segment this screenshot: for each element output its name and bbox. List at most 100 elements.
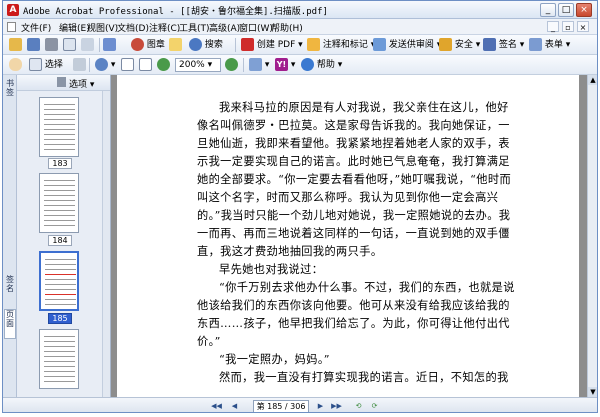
attach-icon xyxy=(81,38,94,51)
commenting-button[interactable] xyxy=(169,38,182,52)
previous-view-button[interactable]: ⟲ xyxy=(353,401,364,412)
minimize-button[interactable]: _ xyxy=(540,3,556,17)
menu-window[interactable]: 窗口(W) xyxy=(239,21,273,34)
yahoo-icon: Y! xyxy=(275,58,288,71)
fit-page-icon xyxy=(121,58,134,71)
hand-icon xyxy=(9,58,22,71)
zoom-tool-button[interactable]: ▾ xyxy=(95,58,115,72)
zoom-in-button[interactable] xyxy=(225,58,238,72)
next-view-button[interactable]: ⟳ xyxy=(369,401,380,412)
select-tool-button[interactable]: 选择 xyxy=(29,58,63,72)
fit-page-button[interactable] xyxy=(121,58,134,72)
tab-bookmarks[interactable]: 书签 xyxy=(4,79,16,109)
search-label: 搜索 xyxy=(204,40,223,50)
page-number-field[interactable]: 第 185 / 306 页 xyxy=(253,400,309,412)
window-title: Adobe Acrobat Professional - [[胡安・鲁尔福全集]… xyxy=(23,7,328,17)
document-scrollbar[interactable]: ▲ ▼ xyxy=(587,75,597,397)
options-menu[interactable]: 选项 ▾ xyxy=(69,77,94,90)
save-icon xyxy=(27,38,40,51)
email-button[interactable] xyxy=(63,38,76,52)
rotate-button[interactable]: ▾ xyxy=(249,58,269,72)
create-pdf-button[interactable]: 创建 PDF ▾ xyxy=(241,38,303,52)
snapshot-button[interactable] xyxy=(73,58,86,72)
signature-icon xyxy=(483,38,496,51)
doc-close-button[interactable]: × xyxy=(577,21,589,32)
form-button[interactable]: 表单 ▾ xyxy=(529,38,570,52)
signature-label: 签名 xyxy=(498,40,517,50)
create-pdf-label: 创建 PDF xyxy=(256,40,296,50)
maximize-button[interactable]: □ xyxy=(558,3,574,17)
security-label: 安全 xyxy=(454,40,473,50)
help-icon xyxy=(301,58,314,71)
document-menu-icon[interactable] xyxy=(7,22,16,32)
comment-markup-label: 注释和标记 xyxy=(322,40,368,50)
select-label: 选择 xyxy=(44,60,63,70)
acrobat-window: A Adobe Acrobat Professional - [[胡安・鲁尔福全… xyxy=(2,0,598,413)
menu-file[interactable]: 文件(F) xyxy=(21,21,51,34)
menu-document[interactable]: 文档(D) xyxy=(117,21,149,34)
menu-comments[interactable]: 注释(C) xyxy=(149,21,180,34)
title-bar[interactable]: A Adobe Acrobat Professional - [[胡安・鲁尔福全… xyxy=(3,1,597,19)
first-page-button[interactable]: ◀◀ xyxy=(211,401,222,412)
scroll-up-icon[interactable]: ▲ xyxy=(588,75,597,85)
open-icon xyxy=(9,38,22,51)
pages-panel-header: 选项 ▾ xyxy=(17,75,110,91)
page-thumbnail-selected[interactable] xyxy=(39,251,79,311)
send-review-button[interactable]: 发送供审阅 ▾ xyxy=(373,38,441,52)
toolbar-separator xyxy=(89,58,90,72)
comment-markup-button[interactable]: 注释和标记 ▾ xyxy=(307,38,375,52)
paragraph: 然而，我一直没有打算实现我的诺言。近日，不知怎的我 xyxy=(219,371,509,384)
search-button[interactable]: 搜索 xyxy=(189,38,223,52)
menu-advanced[interactable]: 高级(A) xyxy=(209,21,240,34)
hand-tool-button[interactable] xyxy=(9,58,22,72)
zoom-value: 200% xyxy=(179,60,205,70)
pen-button[interactable] xyxy=(103,38,116,52)
page-thumbnail[interactable] xyxy=(39,173,79,233)
zoom-out-button[interactable] xyxy=(157,58,170,72)
page-thumbnail[interactable] xyxy=(39,329,79,389)
tab-signatures[interactable]: 签名 xyxy=(4,275,16,305)
scroll-down-icon[interactable]: ▼ xyxy=(588,387,597,397)
next-page-button[interactable]: ▶ xyxy=(315,401,326,412)
page-thumbnail-label: 185 xyxy=(48,313,72,324)
paragraph: 早先她也对我说过： xyxy=(219,263,324,276)
status-bar: ◀◀ ◀ 第 185 / 306 页 ▶ ▶▶ ⟲ ⟳ xyxy=(3,397,597,412)
comment-markup-icon xyxy=(307,38,320,51)
form-icon xyxy=(529,38,542,51)
pdf-page: 我来科马拉的原因是有人对我说，我父亲住在这儿，他好像名叫佩德罗・巴拉莫。这是家母… xyxy=(117,75,579,397)
attach-button[interactable] xyxy=(81,38,94,52)
page-thumbnail[interactable] xyxy=(39,97,79,157)
close-button[interactable]: × xyxy=(576,3,592,17)
doc-restore-button[interactable]: ▫ xyxy=(562,21,574,32)
doc-minimize-button[interactable]: _ xyxy=(547,21,559,32)
zoom-select[interactable]: 200% ▾ xyxy=(175,58,221,72)
last-page-button[interactable]: ▶▶ xyxy=(331,401,342,412)
menu-tools[interactable]: 工具(T) xyxy=(179,21,210,34)
tab-pages[interactable]: 页面 xyxy=(4,309,16,339)
lock-icon xyxy=(439,38,452,51)
main-toolbar: 图章 搜索 创建 PDF ▾ 注释和标记 ▾ 发送供审阅 ▾ 安全 ▾ 签名 ▾… xyxy=(3,35,597,55)
menu-help[interactable]: 帮助(H) xyxy=(271,21,303,34)
menu-bar: 文件(F) 编辑(E) 视图(V) 文档(D) 注释(C) 工具(T) 高级(A… xyxy=(3,19,597,35)
open-button[interactable] xyxy=(9,38,22,52)
menu-view[interactable]: 视图(V) xyxy=(87,21,118,34)
yahoo-toolbar-button[interactable]: Y! ▾ xyxy=(275,58,295,72)
search-icon xyxy=(189,38,202,51)
zoom-icon xyxy=(95,58,108,71)
stamp-label: 图章 xyxy=(146,40,165,50)
stamp-button[interactable]: 图章 xyxy=(131,38,165,52)
save-button[interactable] xyxy=(27,38,40,52)
document-viewport[interactable]: 我来科马拉的原因是有人对我说，我父亲住在这儿，他好像名叫佩德罗・巴拉莫。这是家母… xyxy=(111,75,587,397)
previous-page-button[interactable]: ◀ xyxy=(229,401,240,412)
signature-button[interactable]: 签名 ▾ xyxy=(483,38,524,52)
trash-icon[interactable] xyxy=(57,77,66,87)
menu-edit[interactable]: 编辑(E) xyxy=(59,21,90,34)
print-icon xyxy=(45,38,58,51)
actual-size-button[interactable] xyxy=(139,58,152,72)
navigation-tabs: 书签 签名 页面 xyxy=(3,75,17,397)
print-button[interactable] xyxy=(45,38,58,52)
pages-panel-scrollbar[interactable] xyxy=(102,91,110,397)
security-button[interactable]: 安全 ▾ xyxy=(439,38,480,52)
help-button[interactable]: 帮助 ▾ xyxy=(301,58,342,72)
toolbar-separator xyxy=(243,58,244,72)
